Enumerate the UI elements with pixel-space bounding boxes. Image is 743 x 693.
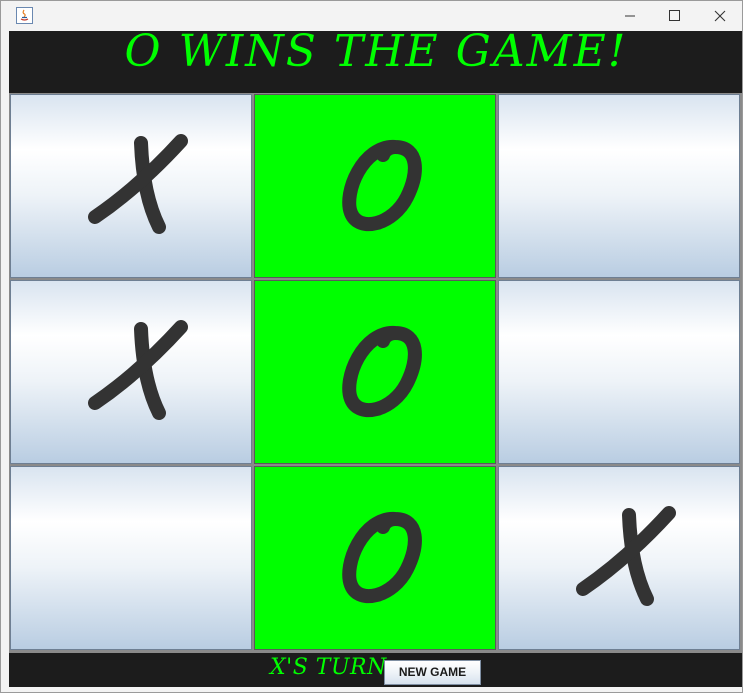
new-game-button[interactable]: NEW GAME: [384, 660, 481, 685]
board-cell-3-1[interactable]: [10, 466, 252, 650]
o-mark: [342, 511, 422, 604]
board-cell-2-1[interactable]: [10, 280, 252, 464]
board-cell-2-3[interactable]: [498, 280, 740, 464]
result-text: O WINS THE GAME!: [124, 26, 628, 77]
java-app-icon: [16, 7, 33, 24]
game-board: [9, 93, 742, 653]
board-cell-1-1[interactable]: [10, 94, 252, 278]
result-banner: O WINS THE GAME!: [9, 26, 742, 93]
board-cell-3-2[interactable]: [254, 466, 496, 650]
status-bar: X'S TURN NEW GAME: [9, 653, 742, 687]
game-panel: O WINS THE GAME! X'S TURN NEW GAME: [9, 26, 742, 687]
o-mark: [342, 325, 422, 418]
x-mark: [576, 506, 676, 606]
x-mark: [88, 134, 188, 234]
board-cell-2-2[interactable]: [254, 280, 496, 464]
board-cell-3-3[interactable]: [498, 466, 740, 650]
board-cell-1-3[interactable]: [498, 94, 740, 278]
o-mark: [342, 139, 422, 232]
turn-indicator: X'S TURN: [270, 655, 387, 680]
x-mark: [88, 320, 188, 420]
board-cell-1-2[interactable]: [254, 94, 496, 278]
game-window: O WINS THE GAME! X'S TURN NEW GAME: [0, 0, 743, 693]
